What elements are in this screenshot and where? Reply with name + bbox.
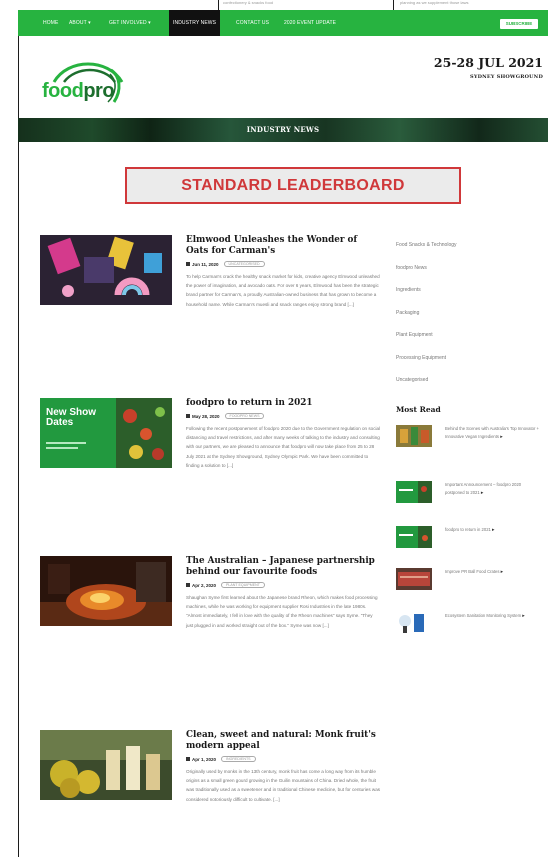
article-category-tag[interactable]: UNCATEGORISED: [223, 261, 265, 267]
nav-2020-event-update[interactable]: 2020 EVENT UPDATE: [284, 10, 336, 36]
article-title[interactable]: Clean, sweet and natural: Monk fruit's m…: [186, 730, 381, 752]
article-excerpt: To help Carman's crack the healthy snack…: [186, 274, 380, 307]
article-title[interactable]: Elmwood Unleashes the Wonder of Oats for…: [186, 235, 381, 257]
thumbnail-headline: New Show Dates: [46, 408, 96, 428]
arrow-right-icon: ▸: [522, 613, 525, 619]
most-read-title: Important Announcement – foodpro 2020 po…: [445, 481, 541, 497]
sidebar-category-plant-equipment[interactable]: Plant Equipment: [396, 330, 536, 353]
article-date-text: Apr 1, 2020: [192, 756, 217, 762]
most-read-heading: Most Read: [396, 405, 441, 414]
most-read-title-text: Ecosystem Sanitation Monitoring System: [445, 613, 522, 618]
article-date-text: May 28, 2020: [192, 413, 220, 419]
article-thumbnail[interactable]: [40, 235, 172, 305]
top-strip-divider: [393, 0, 394, 10]
sidebar-category-packaging[interactable]: Packaging: [396, 308, 536, 331]
most-read-image-icon: [396, 526, 432, 548]
most-read-image-icon: [396, 425, 432, 447]
most-read-item[interactable]: Improve PR Ball Food Crates ▸: [396, 568, 541, 598]
most-read-image-icon: [396, 481, 432, 503]
subscribe-button[interactable]: SUBSCRIBE: [500, 19, 538, 29]
most-read-thumbnail: [396, 568, 432, 590]
sidebar-category-foodpro-news[interactable]: foodpro News: [396, 263, 536, 286]
monk-fruit-image-icon: [40, 730, 172, 800]
article-excerpt: Shaughan Syme first learned about the Ja…: [186, 595, 378, 628]
most-read-item[interactable]: foodpro to return in 2021 ▸: [396, 526, 541, 556]
nav-home[interactable]: HOME: [43, 10, 58, 36]
calendar-icon: [186, 583, 190, 587]
food-machine-image-icon: [40, 556, 172, 626]
nav-about[interactable]: ABOUT ▾: [69, 10, 91, 36]
sidebar-category-uncategorised[interactable]: Uncategorised: [396, 375, 536, 398]
article-thumbnail[interactable]: New Show Dates: [40, 398, 172, 468]
most-read-item[interactable]: Important Announcement – foodpro 2020 po…: [396, 481, 541, 511]
foodpro-logo[interactable]: foodpro: [38, 56, 130, 106]
article-title[interactable]: The Australian – Japanese partnership be…: [186, 556, 381, 578]
arrow-right-icon: ▸: [500, 569, 504, 575]
logo-food: food: [42, 80, 84, 102]
leaderboard-label: STANDARD LEADERBOARD: [181, 177, 405, 194]
article-title[interactable]: foodpro to return in 2021: [186, 398, 381, 409]
article-date: Apr 2, 2020: [186, 583, 216, 588]
arrow-right-icon: ▸: [492, 527, 495, 533]
main-navbar: HOME ABOUT ▾ GET INVOLVED ▾ INDUSTRY NEW…: [18, 10, 548, 36]
top-strip-divider: [218, 0, 219, 10]
article-date: Apr 1, 2020: [186, 757, 216, 762]
most-read-title: Improve PR Ball Food Crates ▸: [445, 568, 541, 577]
event-venue: SYDNEY SHOWGROUND: [470, 74, 543, 80]
calendar-icon: [186, 414, 190, 418]
article-excerpt: Originally used by monks in the 13th cen…: [186, 769, 381, 802]
top-strip-right-text: planning as we supplement those laws: [400, 0, 469, 5]
banner-title: INDUSTRY NEWS: [246, 125, 320, 134]
standard-leaderboard-ad[interactable]: STANDARD LEADERBOARD: [125, 167, 461, 204]
calendar-icon: [186, 757, 190, 761]
most-read-title-text: foodpro to return in 2021: [445, 527, 491, 532]
article-date-text: Jun 11, 2020: [192, 261, 219, 267]
article-excerpt: Following the recent postponement of foo…: [186, 426, 381, 468]
most-read-title: Behind the Scenes with Australia's Top I…: [445, 425, 541, 441]
most-read-title: foodpro to return in 2021 ▸: [445, 526, 541, 535]
article-category-tag[interactable]: INGREDIENTS: [221, 756, 256, 762]
most-read-image-icon: [396, 612, 432, 634]
most-read-title: Ecosystem Sanitation Monitoring System ▸: [445, 612, 541, 621]
most-read-thumbnail: [396, 526, 432, 548]
nav-get-involved[interactable]: GET INVOLVED ▾: [109, 10, 151, 36]
sidebar-category-ingredients[interactable]: Ingredients: [396, 285, 536, 308]
logo-pro: pro: [83, 80, 115, 102]
sidebar-categories: Food Snacks & Technology foodpro News In…: [396, 240, 536, 398]
article-category-tag[interactable]: PLANT EQUIPMENT: [221, 582, 265, 588]
most-read-thumbnail: [396, 481, 432, 503]
most-read-item[interactable]: Behind the Scenes with Australia's Top I…: [396, 425, 541, 455]
sidebar-category-food-snacks[interactable]: Food Snacks & Technology: [396, 240, 536, 263]
sidebar-category-processing-equipment[interactable]: Processing Equipment: [396, 353, 536, 376]
arrow-right-icon: ▸: [480, 489, 484, 496]
most-read-title-text: Behind the Scenes with Australia's Top I…: [445, 426, 539, 439]
calendar-icon: [186, 262, 190, 266]
article-category-tag[interactable]: FOODPRO NEWS: [224, 413, 265, 419]
article-date: May 28, 2020: [186, 414, 220, 419]
thumbnail-headline-line-2: Dates: [46, 417, 74, 428]
event-dates: 25-28 JUL 2021: [433, 55, 543, 70]
most-read-image-icon: [396, 568, 432, 590]
arrow-right-icon: ▸: [500, 433, 503, 440]
top-strip: confectionery & snacks food planning as …: [18, 0, 548, 10]
article-date-text: Apr 2, 2020: [192, 582, 217, 588]
logo-wordmark: foodpro: [42, 80, 115, 103]
most-read-thumbnail: [396, 425, 432, 447]
most-read-item[interactable]: Ecosystem Sanitation Monitoring System ▸: [396, 612, 541, 642]
article-date: Jun 11, 2020: [186, 262, 219, 267]
nav-industry-news[interactable]: INDUSTRY NEWS: [169, 10, 221, 36]
article-thumbnail[interactable]: [40, 556, 172, 626]
most-read-thumbnail: [396, 612, 432, 634]
article-thumbnail[interactable]: [40, 730, 172, 800]
top-strip-left-text: confectionery & snacks food: [223, 0, 274, 5]
most-read-title-text: Improve PR Ball Food Crates: [445, 569, 500, 574]
oats-image-icon: [40, 235, 172, 305]
industry-news-banner: INDUSTRY NEWS: [18, 118, 548, 142]
nav-contact-us[interactable]: CONTACT US: [236, 10, 269, 36]
